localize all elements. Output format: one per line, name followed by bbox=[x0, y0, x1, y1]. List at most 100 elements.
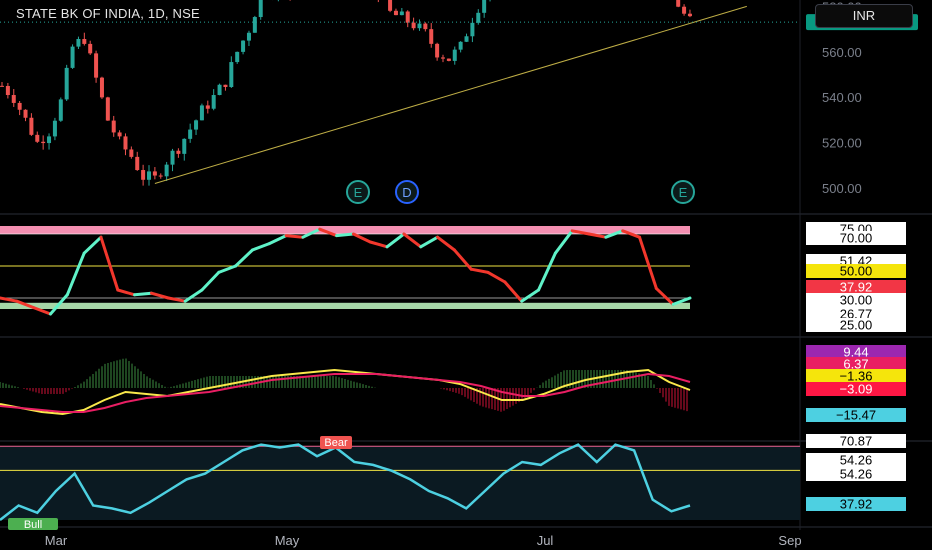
candle-body bbox=[141, 170, 146, 180]
rsi-line-segment bbox=[654, 286, 675, 306]
rsi-scale-label: 25.00 bbox=[840, 318, 873, 333]
candle-body bbox=[41, 141, 46, 144]
rsi-scale-label: 70.00 bbox=[840, 231, 873, 246]
candle-body bbox=[229, 62, 234, 88]
candle-body bbox=[429, 29, 434, 44]
rsi-line-segment bbox=[368, 240, 389, 249]
candle-body bbox=[64, 67, 69, 100]
candle-body bbox=[223, 84, 228, 88]
candle-body bbox=[199, 105, 204, 121]
rsi-line-segment bbox=[267, 234, 288, 246]
candle-body bbox=[476, 12, 481, 23]
chart-title: STATE BK OF INDIA, 1D, NSE bbox=[16, 6, 200, 21]
candle-body bbox=[176, 150, 181, 154]
chart-canvas[interactable]: 500.00520.00540.00560.00580.00600.00620.… bbox=[0, 0, 932, 550]
event-marker-label: E bbox=[354, 185, 363, 200]
candle-body bbox=[5, 85, 10, 96]
oscillator-scale-label: 54.26 bbox=[840, 467, 873, 482]
candle-body bbox=[399, 11, 404, 16]
candle-body bbox=[0, 85, 4, 87]
rsi-line-segment bbox=[200, 270, 221, 292]
candle-body bbox=[241, 40, 246, 52]
candle-body bbox=[194, 120, 199, 130]
price-tick-label: 560.00 bbox=[822, 45, 862, 60]
rsi-line-segment bbox=[385, 232, 406, 249]
macd-scale-label: −3.09 bbox=[840, 382, 873, 397]
rsi-line-segment bbox=[486, 270, 507, 284]
candle-body bbox=[482, 0, 487, 13]
candle-body bbox=[99, 77, 104, 98]
candle-body bbox=[152, 171, 157, 176]
candle-body bbox=[687, 13, 692, 17]
candle-body bbox=[458, 41, 463, 50]
price-tick-label: 540.00 bbox=[822, 90, 862, 105]
candle-body bbox=[170, 150, 175, 165]
rsi-line-segment bbox=[149, 291, 170, 300]
candle-body bbox=[135, 156, 140, 171]
macd-scale-label: −15.47 bbox=[836, 408, 876, 423]
candle-body bbox=[70, 46, 75, 68]
trend-line bbox=[154, 5, 747, 184]
candle-body bbox=[47, 136, 52, 144]
candle-body bbox=[94, 53, 99, 78]
candle-body bbox=[188, 129, 193, 139]
candle-body bbox=[452, 49, 457, 61]
rsi-line-segment bbox=[537, 251, 557, 292]
candle-body bbox=[682, 6, 687, 14]
candle-body bbox=[105, 97, 110, 121]
rsi-line-segment bbox=[250, 242, 271, 252]
candle-body bbox=[111, 120, 116, 133]
time-axis-label: Sep bbox=[778, 533, 801, 548]
candle-body bbox=[82, 39, 87, 44]
rsi-line-segment bbox=[133, 291, 153, 297]
candle-body bbox=[217, 84, 222, 96]
candle-body bbox=[158, 175, 163, 177]
rsi-line-segment bbox=[351, 232, 372, 244]
rsi-scale-label: 50.00 bbox=[840, 264, 873, 279]
time-axis-label: Jul bbox=[537, 533, 554, 548]
rsi-line-segment bbox=[284, 234, 305, 239]
rsi-line-segment bbox=[116, 288, 137, 297]
candle-body bbox=[117, 132, 122, 137]
oscillator-scale-label: 54.26 bbox=[840, 453, 873, 468]
event-marker-label: D bbox=[402, 185, 411, 200]
rsi-line-segment bbox=[469, 267, 490, 274]
rsi-line-segment bbox=[335, 232, 355, 238]
candle-body bbox=[182, 138, 187, 154]
oscillator-scale-label: 70.87 bbox=[840, 434, 873, 449]
candle-body bbox=[464, 36, 469, 42]
oscillator-scale-label: 37.92 bbox=[840, 497, 873, 512]
price-tick-label: 500.00 bbox=[822, 181, 862, 196]
bull-signal-label: Bull bbox=[24, 519, 42, 531]
rsi-line-segment bbox=[234, 248, 254, 268]
candle-body bbox=[417, 23, 422, 29]
candle-body bbox=[235, 51, 240, 63]
candle-body bbox=[123, 136, 128, 150]
time-axis-label: May bbox=[275, 533, 300, 548]
candle-body bbox=[435, 43, 440, 58]
candle-body bbox=[405, 11, 410, 23]
candle-body bbox=[205, 105, 210, 109]
event-marker-label: E bbox=[679, 185, 688, 200]
candle-body bbox=[52, 120, 57, 137]
candle-body bbox=[252, 17, 257, 33]
candle-body bbox=[470, 22, 475, 37]
rsi-line-segment bbox=[217, 264, 238, 274]
rsi-line-segment bbox=[520, 288, 541, 303]
rsi-line-segment bbox=[82, 235, 103, 255]
currency-button[interactable]: INR bbox=[815, 4, 913, 28]
candle-body bbox=[388, 0, 393, 11]
candle-body bbox=[76, 39, 81, 47]
rsi-line-segment bbox=[419, 235, 440, 249]
rsi-line-segment bbox=[638, 235, 658, 290]
bear-signal-label: Bear bbox=[324, 437, 348, 449]
candle-body bbox=[246, 32, 251, 41]
candle-body bbox=[423, 23, 428, 30]
candle-body bbox=[23, 109, 28, 118]
candle-body bbox=[29, 117, 34, 135]
candle-body bbox=[441, 57, 445, 59]
candle-body bbox=[446, 58, 451, 61]
rsi-line-segment bbox=[402, 232, 423, 249]
candle-body bbox=[676, 0, 681, 7]
price-tick-label: 520.00 bbox=[822, 136, 862, 151]
